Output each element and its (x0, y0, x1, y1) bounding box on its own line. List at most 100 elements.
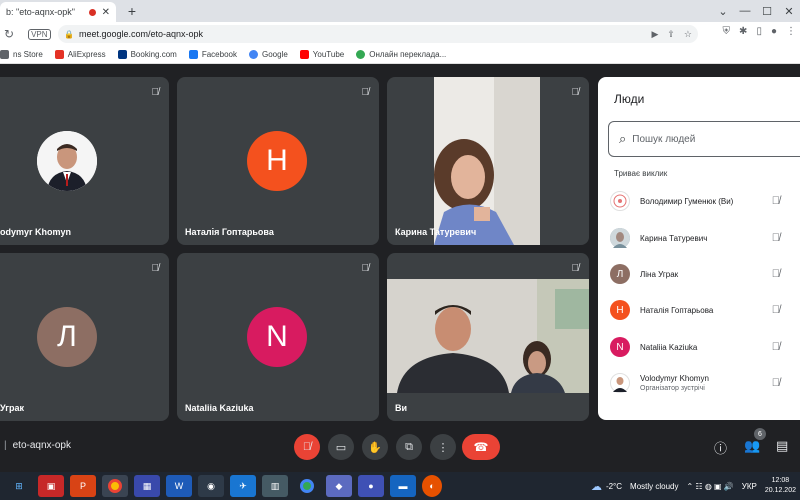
menu-icon[interactable]: ⋮ (786, 26, 796, 37)
participant-name: Ви (395, 403, 408, 413)
extensions-icon[interactable]: ✱ (739, 26, 747, 37)
camera-toggle-button[interactable]: ▭ (328, 434, 354, 460)
profile-icon[interactable]: ● (771, 26, 777, 37)
participant-name: Карина Татуревич (395, 227, 477, 237)
bookmark-item[interactable]: ns Store (0, 50, 43, 59)
mic-off-icon: 🎙̸ (151, 87, 160, 98)
participant-name: Наталія Гоптарьова (185, 227, 274, 237)
self-video-feed (387, 279, 589, 393)
translate-icon (356, 50, 366, 59)
maximize-icon[interactable]: ☐ (756, 5, 778, 18)
word-icon[interactable]: W (166, 475, 192, 497)
window-controls: ⌄ — ☐ ✕ (712, 0, 800, 22)
camera-icon[interactable]: ▶ (651, 29, 658, 40)
participant-row[interactable]: Volodymyr Khomyn Організатор зустрічі 🎙̸ (610, 369, 800, 397)
recording-icon (88, 8, 96, 16)
more-options-button[interactable]: ⋮ (430, 434, 456, 460)
participant-row[interactable]: Л Ліна Уграк 🎙̸ (610, 260, 800, 288)
app-icon[interactable]: P (70, 475, 96, 497)
temperature[interactable]: -2°C (606, 482, 622, 491)
mic-off-icon: 🎙̸ (361, 263, 370, 274)
mic-off-icon: 🎙̸ (771, 341, 780, 353)
bookmark-item[interactable]: AliExpress (54, 50, 106, 59)
avatar (610, 228, 630, 248)
people-panel: Люди ⌕ Пошук людей Триває виклик Володим… (598, 77, 800, 420)
info-icon[interactable]: ⓘ (714, 438, 727, 457)
taskbar: ⊞ ▣ P ▦ W ◉ ✈ ▥ ◆ ● ▬ ◐ ☁ -2°C Mostly cl… (0, 472, 800, 500)
mic-off-icon: 🎙̸ (771, 232, 780, 244)
tab-bar: b: "eto-aqnx-opk" ✕ + ⌄ — ☐ ✕ (0, 0, 800, 22)
participant-tile[interactable]: 🎙̸ Карина Татуревич (387, 77, 589, 245)
bookmark-item[interactable]: Google (248, 50, 288, 59)
mic-off-icon: 🎙̸ (771, 268, 780, 280)
tray-icons[interactable]: ⌃ ☷ ◍ ▣ 🔊 (687, 482, 734, 491)
tab-search-icon[interactable]: ⌄ (712, 5, 734, 18)
bookmark-item[interactable]: YouTube (299, 50, 344, 59)
present-button[interactable]: ⧉ (396, 434, 422, 460)
participant-row[interactable]: Карина Татуревич 🎙̸ (610, 224, 800, 252)
mic-off-icon: 🎙̸ (151, 263, 160, 274)
clock[interactable]: 12:08 20.12.202 (765, 476, 796, 496)
avatar: Л (610, 264, 630, 284)
youtube-icon (299, 50, 309, 59)
app-icon[interactable]: ▥ (262, 475, 288, 497)
app-icon[interactable]: ▣ (38, 475, 64, 497)
mic-off-icon: 🎙̸ (771, 304, 780, 316)
avatar: Н (610, 300, 630, 320)
app-icon[interactable]: ▬ (390, 475, 416, 497)
browser-tab[interactable]: b: "eto-aqnx-opk" ✕ (0, 2, 116, 22)
booking-icon (117, 50, 127, 59)
lock-icon[interactable]: 🔒 (64, 30, 74, 39)
avatar: N (247, 307, 307, 367)
app-icon[interactable]: ◆ (326, 475, 352, 497)
self-tile[interactable]: 🎙̸ Ви (387, 253, 589, 421)
vpn-badge[interactable]: VPN (28, 28, 51, 40)
windows-start-icon[interactable]: ⊞ (6, 475, 32, 497)
sidebar-icon[interactable]: ▯ (756, 26, 762, 37)
mic-toggle-button[interactable]: 🎙̸ (294, 434, 320, 460)
url-field[interactable]: 🔒 meet.google.com/eto-aqnx-opk ▶ ⇪ ☆ (58, 25, 698, 43)
participant-row[interactable]: N Nataliia Kaziuka 🎙̸ (610, 333, 800, 361)
firefox-icon[interactable]: ◐ (422, 475, 442, 497)
app-icon[interactable]: ◉ (198, 475, 224, 497)
participant-name: Nataliia Kaziuka (185, 403, 254, 413)
participant-tile[interactable]: 🎙̸ odymyr Khomyn (0, 77, 169, 245)
bookmark-item[interactable]: Онлайн перекладa... (356, 50, 446, 59)
panel-title: Люди (614, 92, 645, 106)
chat-icon[interactable]: ▤ (776, 438, 788, 454)
close-tab-icon[interactable]: ✕ (102, 7, 110, 18)
facebook-icon (188, 50, 198, 59)
clock-date: 20.12.202 (764, 487, 796, 494)
participant-row[interactable]: Н Наталія Гоптарьова 🎙̸ (610, 296, 800, 324)
shield-icon[interactable]: ⛨ (723, 26, 731, 37)
participant-tile[interactable]: 🎙̸ Л Уграк (0, 253, 169, 421)
chrome-icon[interactable] (294, 475, 320, 497)
share-icon[interactable]: ⇪ (667, 29, 675, 40)
reload-icon[interactable]: ↻ (4, 27, 14, 41)
app-icon[interactable]: ● (358, 475, 384, 497)
bookmark-star-icon[interactable]: ☆ (684, 29, 692, 40)
weather-icon[interactable]: ☁ (591, 480, 602, 493)
chrome-app-icon[interactable] (102, 475, 128, 497)
search-icon: ⌕ (619, 131, 627, 146)
google-icon (248, 50, 258, 59)
app-icon[interactable]: ▦ (134, 475, 160, 497)
participant-name: Уграк (0, 403, 25, 413)
app-icon[interactable]: ✈ (230, 475, 256, 497)
bookmark-item[interactable]: Facebook (188, 50, 237, 59)
participant-tile[interactable]: 🎙̸ Н Наталія Гоптарьова (177, 77, 379, 245)
language-indicator[interactable]: УКР (742, 482, 757, 491)
minimize-icon[interactable]: — (734, 5, 756, 17)
participant-row[interactable]: Володимир Гуменюк (Ви) 🎙̸ (610, 187, 800, 215)
close-window-icon[interactable]: ✕ (778, 5, 800, 18)
participant-tile[interactable]: 🎙̸ N Nataliia Kaziuka (177, 253, 379, 421)
new-tab-button[interactable]: + (124, 2, 140, 20)
leave-call-button[interactable]: ☎ (462, 434, 500, 460)
avatar: Н (247, 131, 307, 191)
weather-text[interactable]: Mostly cloudy (630, 482, 678, 491)
raise-hand-button[interactable]: ✋ (362, 434, 388, 460)
people-icon[interactable]: 👥 (744, 438, 760, 454)
avatar (610, 373, 630, 393)
bookmark-item[interactable]: Booking.com (117, 50, 177, 59)
people-search-input[interactable]: ⌕ Пошук людей (608, 121, 800, 157)
